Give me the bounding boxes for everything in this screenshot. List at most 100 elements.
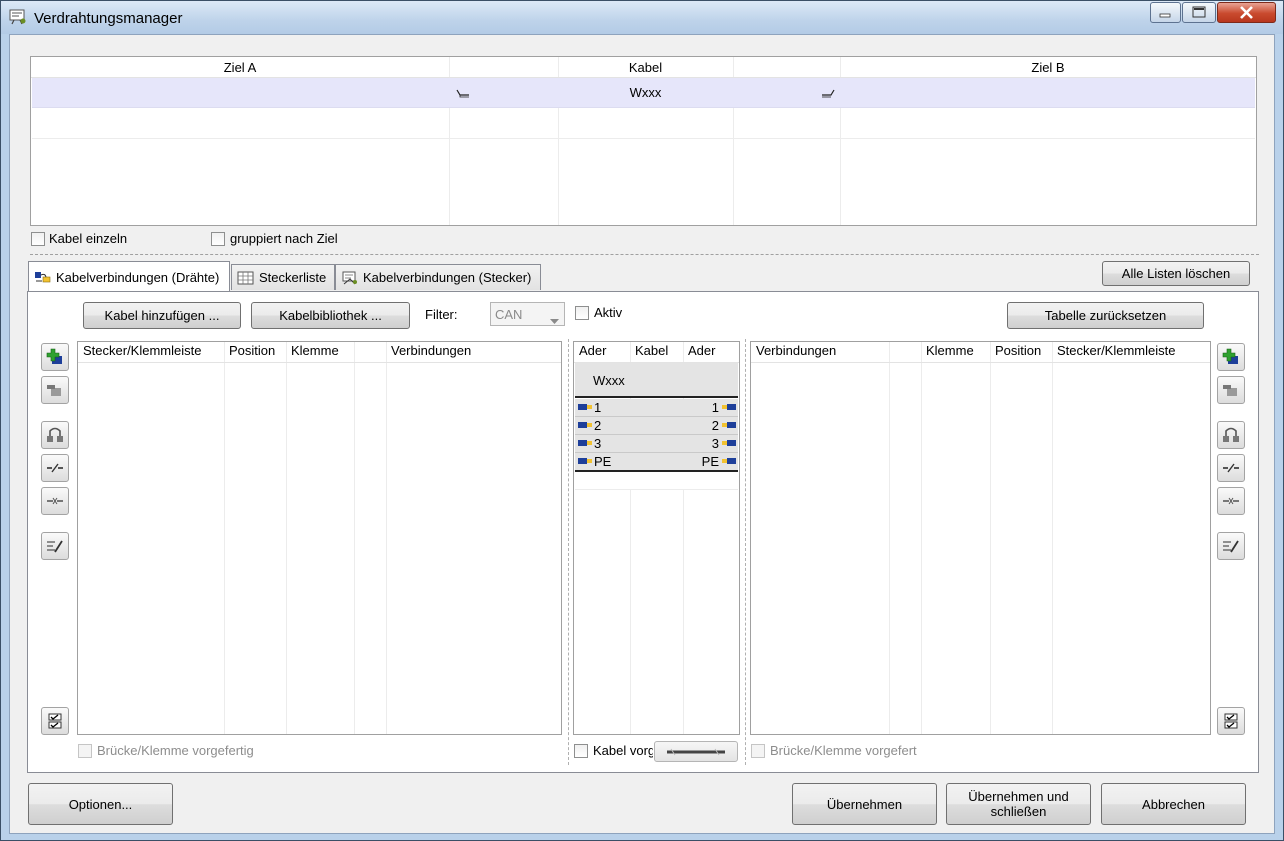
tab-steckerliste[interactable]: Steckerliste [231,264,335,290]
wire-connection-icon [34,269,52,285]
column-header-ziel-a[interactable]: Ziel A [31,60,449,75]
column-header-ader-left[interactable]: Ader [579,343,606,358]
cable-preview-button[interactable] [654,741,738,762]
tab-label: Kabelverbindungen (Drähte) [56,269,220,285]
gruppiert-nach-ziel-checkbox[interactable] [211,232,225,246]
filter-label: Filter: [425,307,458,322]
maximize-icon [1192,6,1206,18]
core-right: 2 [711,418,719,433]
plug-connection-icon [341,270,359,286]
close-button[interactable] [1217,2,1276,23]
kabel-einzeln-checkbox[interactable] [31,232,45,246]
column-header-ziel-b[interactable]: Ziel B [840,60,1256,75]
disconnect-icon [1223,463,1239,473]
bridge-button[interactable] [41,421,69,449]
list-item[interactable]: PE PE [575,453,738,472]
title-bar[interactable]: Verdrahtungsmanager [1,1,1283,34]
uebernehmen-button[interactable]: Übernehmen [792,783,937,825]
header-divider [78,362,561,363]
list-item[interactable]: 2 2 [575,417,738,435]
edit-wire-right-button[interactable] [1217,532,1245,560]
kabel-vorgefertigt-label: Kabel vorg [593,743,653,758]
column-header-position[interactable]: Position [995,343,1041,358]
connect-icon [1223,497,1239,505]
column-header-klemme[interactable]: Klemme [291,343,339,358]
column-header-verbindungen[interactable]: Verbindungen [391,343,471,358]
plug-left-icon [578,404,592,410]
bruecke-vorgefertigt-left-checkbox[interactable] [78,744,92,758]
alle-listen-loeschen-button[interactable]: Alle Listen löschen [1102,261,1250,286]
list-item-empty[interactable] [575,472,738,490]
wire-edit-icon [1223,540,1239,553]
remove-connection-button[interactable] [41,376,69,404]
cable-overview-grid: Ziel A Kabel Ziel B Wxxx [30,56,1257,226]
connect-right-button[interactable] [1217,487,1245,515]
column-header-stecker[interactable]: Stecker/Klemmleiste [83,343,201,358]
bruecke-vorgefertigt-right-checkbox[interactable] [751,744,765,758]
disconnect-icon [47,463,63,473]
kabel-vorgefertigt-checkbox[interactable] [574,744,588,758]
splitter-right[interactable] [745,339,746,765]
tab-kabelverbindungen-stecker[interactable]: Kabelverbindungen (Stecker) [335,264,541,290]
splitter[interactable] [30,254,1259,255]
right-connection-list[interactable]: Verbindungen Klemme Position Stecker/Kle… [750,341,1211,735]
row-divider [32,138,1255,139]
plug-left-icon [578,422,592,428]
uebernehmen-und-schliessen-button[interactable]: Übernehmen und schließen [946,783,1091,825]
cable-core-list[interactable]: Ader Kabel Ader Wxxx 1 1 2 2 3 3 PE PE [573,341,740,735]
column-header-klemme[interactable]: Klemme [926,343,974,358]
left-connection-list[interactable]: Stecker/Klemmleiste Position Klemme Verb… [77,341,562,735]
remove-connection-right-button[interactable] [1217,376,1245,404]
abbrechen-button[interactable]: Abbrechen [1101,783,1246,825]
header-divider [751,362,1210,363]
cable-header-row[interactable]: Wxxx [575,363,738,398]
wire-edit-icon [47,540,63,553]
maximize-button[interactable] [1182,2,1216,23]
minimize-button[interactable] [1150,2,1181,23]
tab-label: Kabelverbindungen (Stecker) [363,270,532,285]
column-header-kabel[interactable]: Kabel [635,343,668,358]
column-header-stecker[interactable]: Stecker/Klemmleiste [1057,343,1175,358]
optionen-button[interactable]: Optionen... [28,783,173,825]
connect-button[interactable] [41,487,69,515]
plug-right-icon [722,440,736,446]
minimize-icon [1159,13,1171,18]
column-header-verbindungen[interactable]: Verbindungen [756,343,836,358]
kabel-hinzufuegen-button[interactable]: Kabel hinzufügen ... [83,302,241,329]
add-connection-right-button[interactable] [1217,343,1245,371]
add-connection-button[interactable] [41,343,69,371]
column-separator [1052,342,1053,734]
filter-select[interactable]: CAN [490,302,565,326]
check-all-button[interactable] [41,707,69,735]
column-separator [990,342,991,734]
check-all-right-button[interactable] [1217,707,1245,735]
column-header-ader-right[interactable]: Ader [688,343,715,358]
cable-cell: Wxxx [629,85,662,100]
column-separator [921,342,922,734]
plug-left-icon [578,440,592,446]
disconnect-right-button[interactable] [1217,454,1245,482]
kabel-einzeln-label: Kabel einzeln [49,231,128,246]
plug-remove-icon [47,385,61,396]
splitter-left[interactable] [568,339,569,765]
aktiv-checkbox[interactable] [575,306,589,320]
table-row-selected[interactable]: Wxxx [32,78,1255,108]
plug-right-icon [722,422,736,428]
gruppiert-nach-ziel-label: gruppiert nach Ziel [230,231,338,246]
core-right: 3 [711,436,719,451]
column-header-position[interactable]: Position [229,343,275,358]
bridge-right-button[interactable] [1217,421,1245,449]
chevron-down-icon [550,312,559,327]
column-separator [889,342,890,734]
cable-icon [667,748,725,755]
list-item[interactable]: 1 1 [575,399,738,417]
kabelbibliothek-button[interactable]: Kabelbibliothek ... [251,302,410,329]
tab-kabelverbindungen-draehte[interactable]: Kabelverbindungen (Drähte) [28,261,230,292]
add-plug-icon [1222,348,1238,364]
plug-right-icon [722,458,736,464]
list-item[interactable]: 3 3 [575,435,738,453]
disconnect-button[interactable] [41,454,69,482]
edit-wire-button[interactable] [41,532,69,560]
tabelle-zuruecksetzen-button[interactable]: Tabelle zurücksetzen [1007,302,1204,329]
column-header-kabel[interactable]: Kabel [558,60,733,75]
